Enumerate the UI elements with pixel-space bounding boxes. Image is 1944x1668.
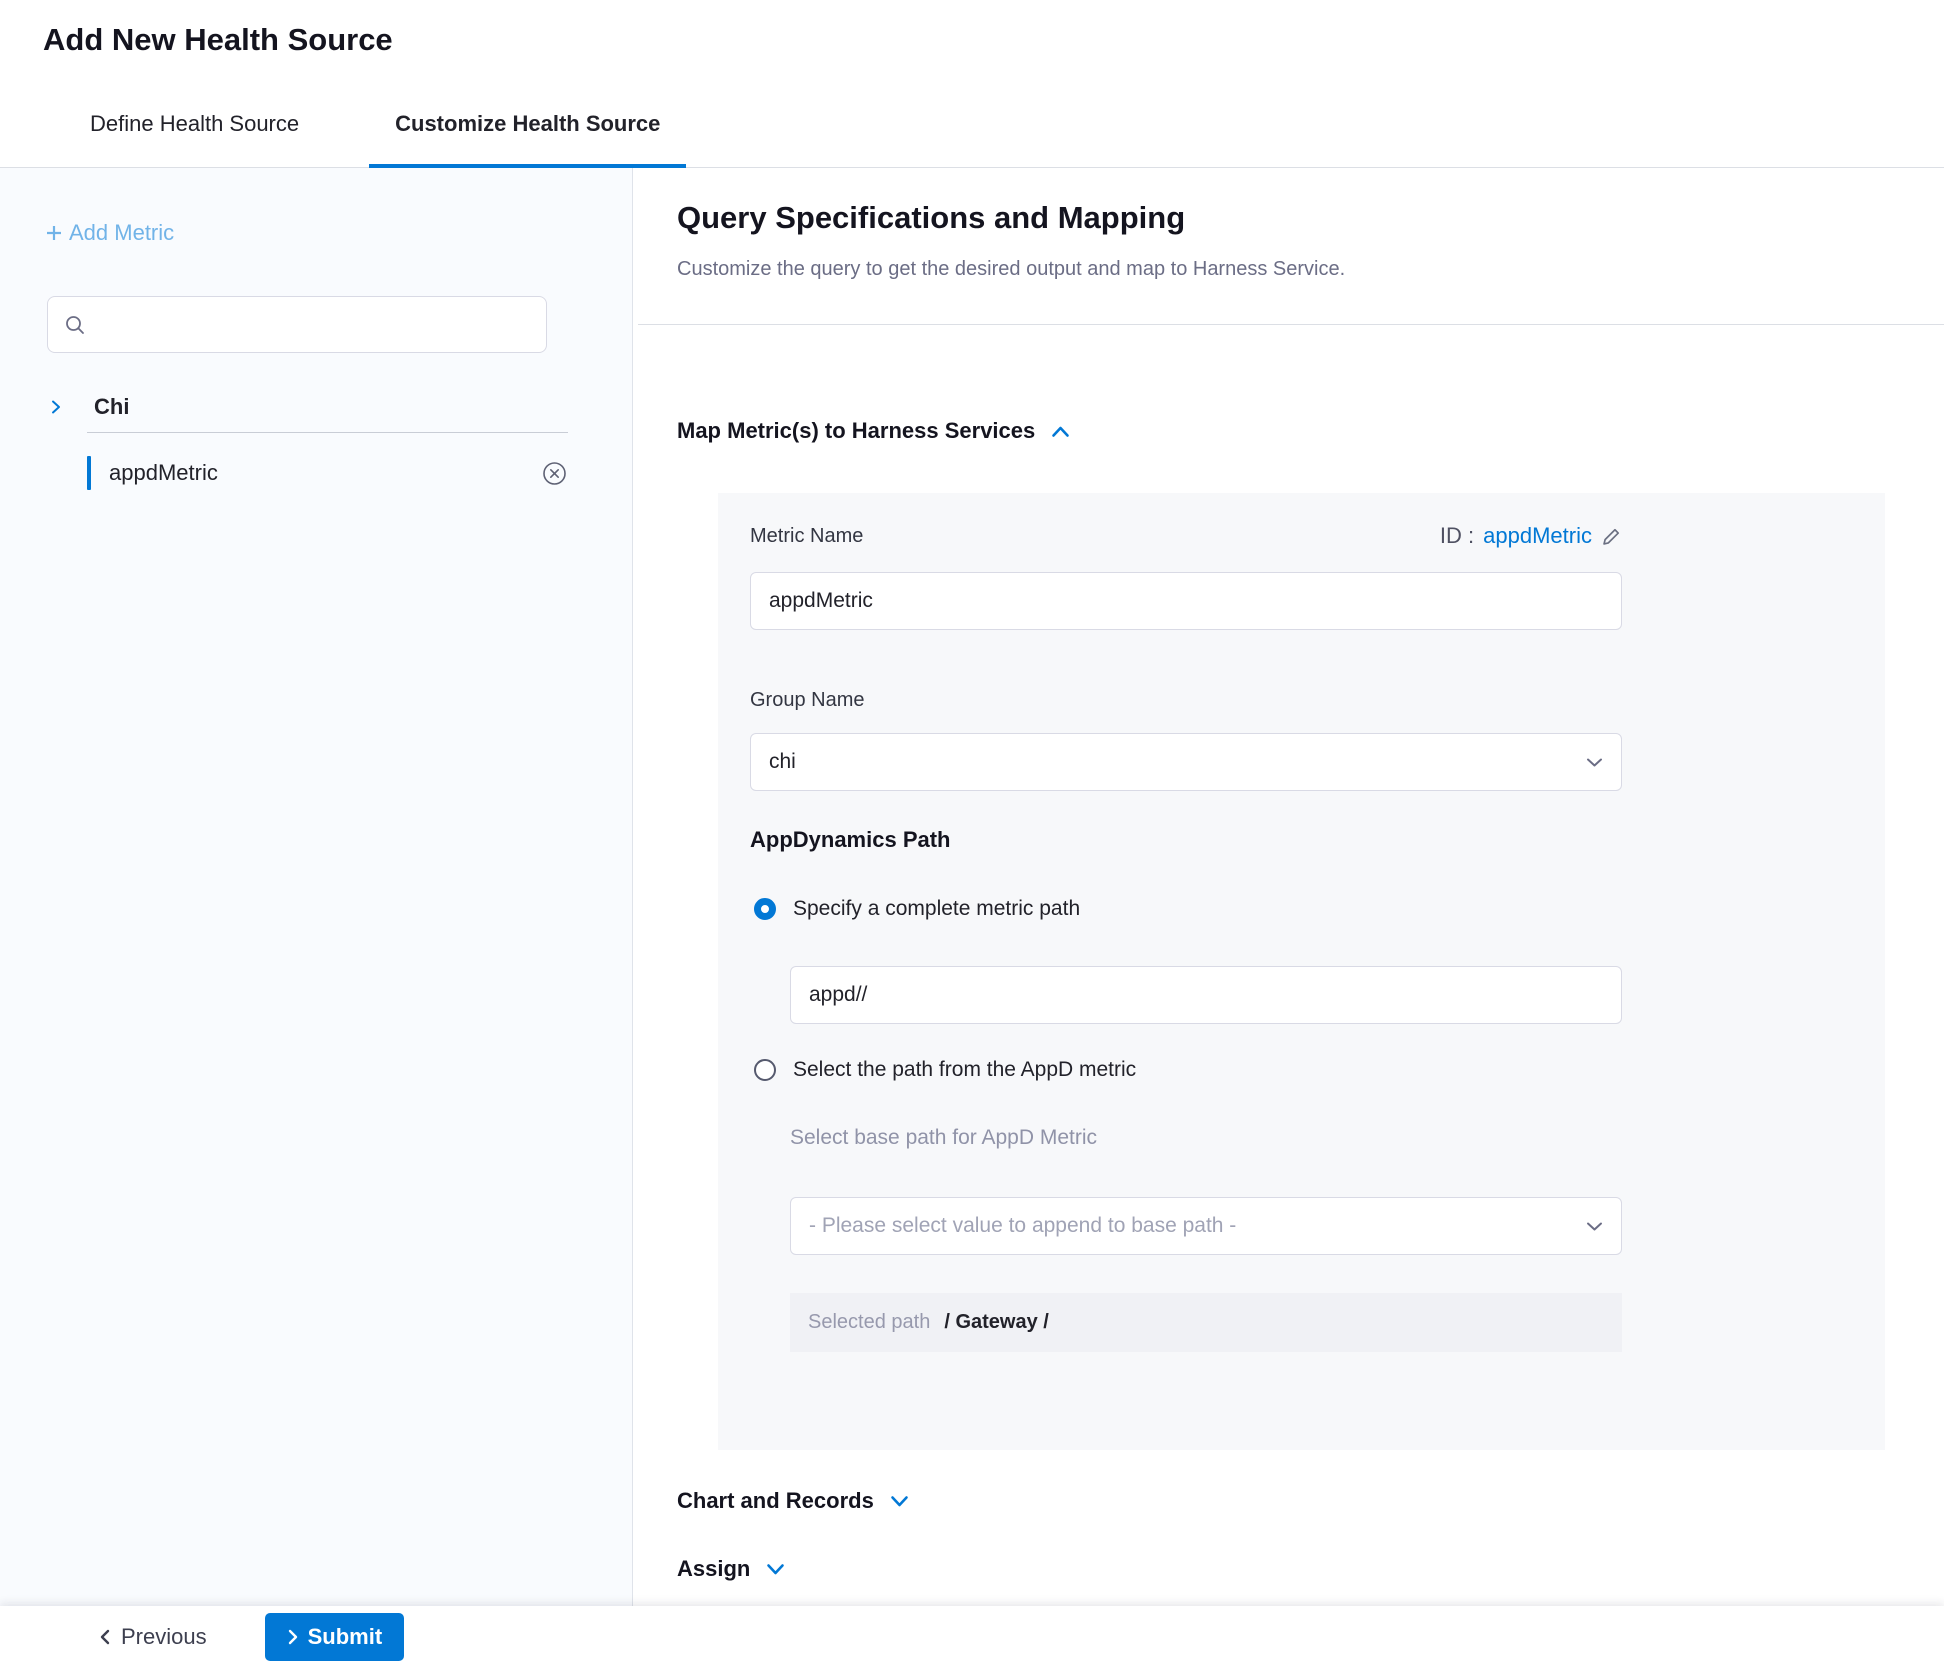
metric-name-input[interactable] bbox=[750, 572, 1622, 630]
chevron-right-icon[interactable] bbox=[48, 399, 64, 415]
radio-select-appd-path[interactable]: Select the path from the AppD metric bbox=[754, 1058, 1136, 1082]
remove-metric-icon[interactable] bbox=[541, 460, 568, 487]
chevron-right-icon bbox=[287, 1629, 299, 1645]
base-path-select[interactable]: - Please select value to append to base … bbox=[790, 1197, 1622, 1255]
metric-item-label: appdMetric bbox=[109, 460, 541, 486]
wizard-footer: Previous Submit bbox=[0, 1606, 1944, 1668]
tab-define-health-source[interactable]: Define Health Source bbox=[64, 84, 325, 168]
tab-bar: Define Health Source Customize Health So… bbox=[0, 84, 1944, 168]
map-metrics-section-title: Map Metric(s) to Harness Services bbox=[677, 418, 1035, 444]
group-divider bbox=[87, 432, 568, 433]
metric-search bbox=[47, 296, 547, 353]
search-icon bbox=[64, 314, 86, 336]
previous-button-label: Previous bbox=[121, 1624, 207, 1650]
chart-and-records-title: Chart and Records bbox=[677, 1488, 874, 1514]
radio-complete-metric-path-label: Specify a complete metric path bbox=[793, 897, 1080, 921]
complete-metric-path-input[interactable] bbox=[790, 966, 1622, 1024]
main-section-subtitle: Customize the query to get the desired o… bbox=[677, 258, 1345, 281]
assign-section-toggle[interactable]: Assign bbox=[677, 1556, 785, 1582]
add-metric-label: Add Metric bbox=[69, 220, 174, 246]
metric-name-row: Metric Name ID : appdMetric bbox=[750, 523, 1622, 549]
appdynamics-path-label: AppDynamics Path bbox=[750, 827, 951, 853]
tab-customize-health-source[interactable]: Customize Health Source bbox=[369, 84, 686, 168]
metric-group-row[interactable]: Chi bbox=[48, 384, 568, 430]
chart-and-records-section-toggle[interactable]: Chart and Records bbox=[677, 1488, 909, 1514]
group-name-select[interactable]: chi bbox=[750, 733, 1622, 791]
radio-select-appd-path-label: Select the path from the AppD metric bbox=[793, 1058, 1136, 1082]
section-divider bbox=[638, 324, 1944, 325]
chevron-down-icon[interactable] bbox=[890, 1495, 909, 1508]
assign-title: Assign bbox=[677, 1556, 750, 1582]
metric-name-label: Metric Name bbox=[750, 525, 863, 548]
add-metric-button[interactable]: Add Metric bbox=[44, 220, 174, 246]
submit-button-label: Submit bbox=[308, 1624, 383, 1650]
group-name-value: chi bbox=[769, 750, 796, 774]
radio-unselected-icon[interactable] bbox=[754, 1059, 776, 1081]
chevron-left-icon bbox=[99, 1629, 111, 1645]
query-specifications-panel: Query Specifications and Mapping Customi… bbox=[634, 168, 1944, 1606]
metric-id-group: ID : appdMetric bbox=[1440, 523, 1622, 549]
add-health-source-page: Add New Health Source Define Health Sour… bbox=[0, 0, 1944, 1668]
plus-icon bbox=[44, 223, 64, 243]
previous-button[interactable]: Previous bbox=[99, 1624, 207, 1650]
metrics-sidebar: Add Metric Chi appdMetric bbox=[0, 168, 633, 1606]
selected-path-label: Selected path bbox=[808, 1311, 930, 1334]
submit-button[interactable]: Submit bbox=[265, 1613, 405, 1661]
map-metrics-section-toggle[interactable]: Map Metric(s) to Harness Services bbox=[677, 418, 1070, 444]
metric-group-label: Chi bbox=[94, 394, 129, 420]
base-path-label: Select base path for AppD Metric bbox=[790, 1126, 1097, 1150]
metric-mapping-panel: Metric Name ID : appdMetric Group Name c… bbox=[718, 493, 1885, 1450]
page-title: Add New Health Source bbox=[43, 22, 393, 58]
page-header: Add New Health Source bbox=[0, 0, 1944, 84]
metric-id-value[interactable]: appdMetric bbox=[1483, 523, 1592, 549]
chevron-up-icon[interactable] bbox=[1051, 425, 1070, 438]
chevron-down-icon[interactable] bbox=[766, 1563, 785, 1576]
selected-path-value: / Gateway / bbox=[944, 1311, 1049, 1334]
group-name-label: Group Name bbox=[750, 689, 865, 712]
main-section-title: Query Specifications and Mapping bbox=[677, 200, 1185, 236]
radio-complete-metric-path[interactable]: Specify a complete metric path bbox=[754, 897, 1080, 921]
chevron-down-icon bbox=[1586, 757, 1603, 768]
radio-selected-icon[interactable] bbox=[754, 898, 776, 920]
selected-path-bar: Selected path / Gateway / bbox=[790, 1293, 1622, 1352]
selected-metric-indicator bbox=[87, 456, 91, 490]
search-input[interactable] bbox=[96, 312, 530, 337]
edit-id-icon[interactable] bbox=[1601, 526, 1622, 547]
metric-list-item[interactable]: appdMetric bbox=[87, 450, 568, 496]
id-label: ID : bbox=[1440, 523, 1474, 549]
base-path-placeholder: - Please select value to append to base … bbox=[809, 1214, 1236, 1238]
chevron-down-icon bbox=[1586, 1221, 1603, 1232]
